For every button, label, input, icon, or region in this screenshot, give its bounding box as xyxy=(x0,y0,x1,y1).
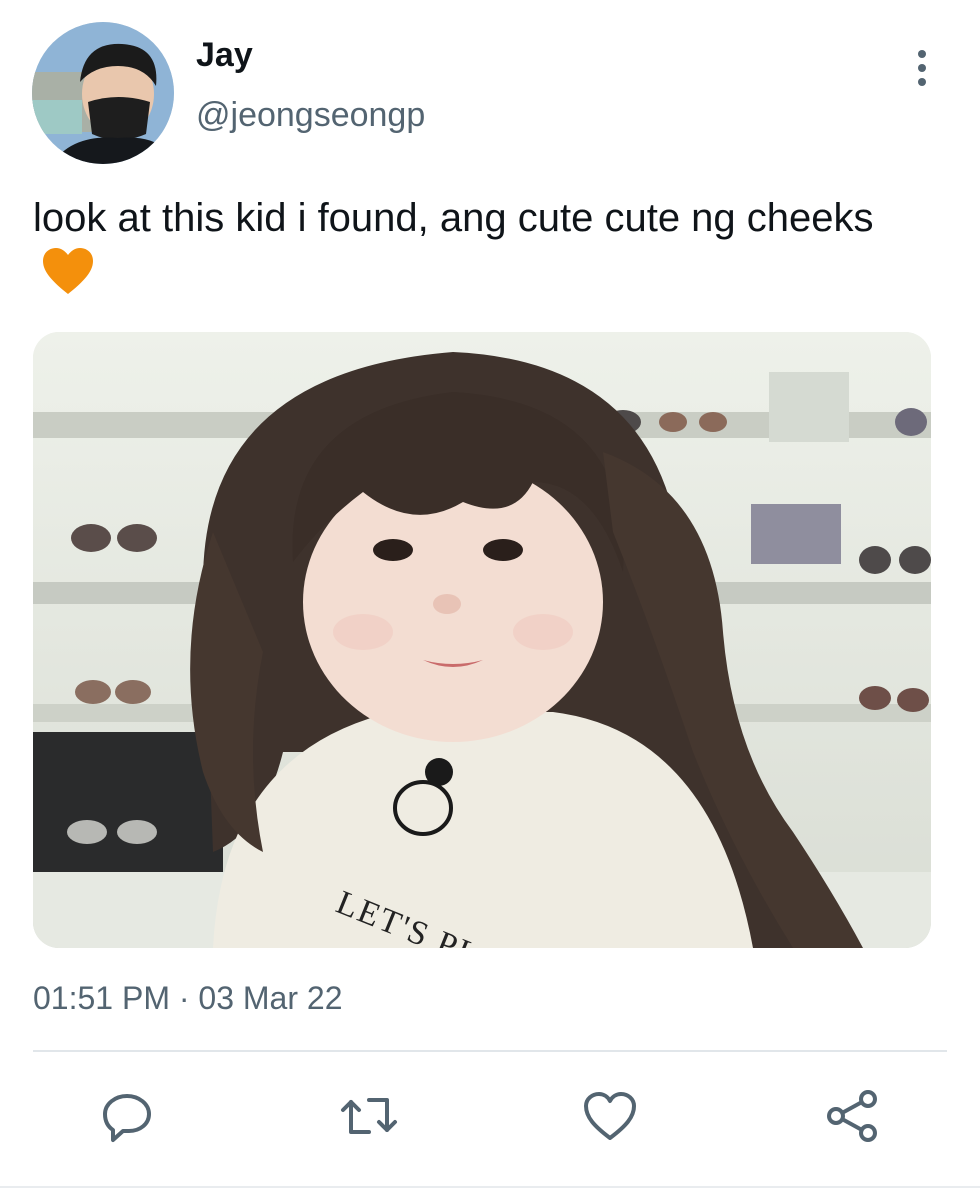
reply-icon[interactable] xyxy=(97,1086,157,1146)
bottom-border xyxy=(0,1186,980,1188)
author-handle[interactable]: @jeongseongp xyxy=(196,96,425,135)
share-icon[interactable] xyxy=(822,1086,882,1146)
tweet-text: look at this kid i found, ang cute cute … xyxy=(33,190,933,303)
avatar-image xyxy=(32,22,174,164)
tweet-text-content: look at this kid i found, ang cute cute … xyxy=(33,196,874,240)
author-avatar[interactable] xyxy=(32,22,174,164)
divider xyxy=(33,1050,947,1052)
author-name[interactable]: Jay xyxy=(196,36,253,75)
retweet-icon[interactable] xyxy=(339,1086,399,1146)
more-icon[interactable] xyxy=(904,44,940,92)
orange-heart-emoji-icon xyxy=(41,246,95,296)
tweet-media-image[interactable]: LET'S PL xyxy=(33,332,931,948)
tweet-timestamp[interactable]: 01:51 PM · 03 Mar 22 xyxy=(33,980,342,1017)
like-icon[interactable] xyxy=(580,1086,640,1146)
